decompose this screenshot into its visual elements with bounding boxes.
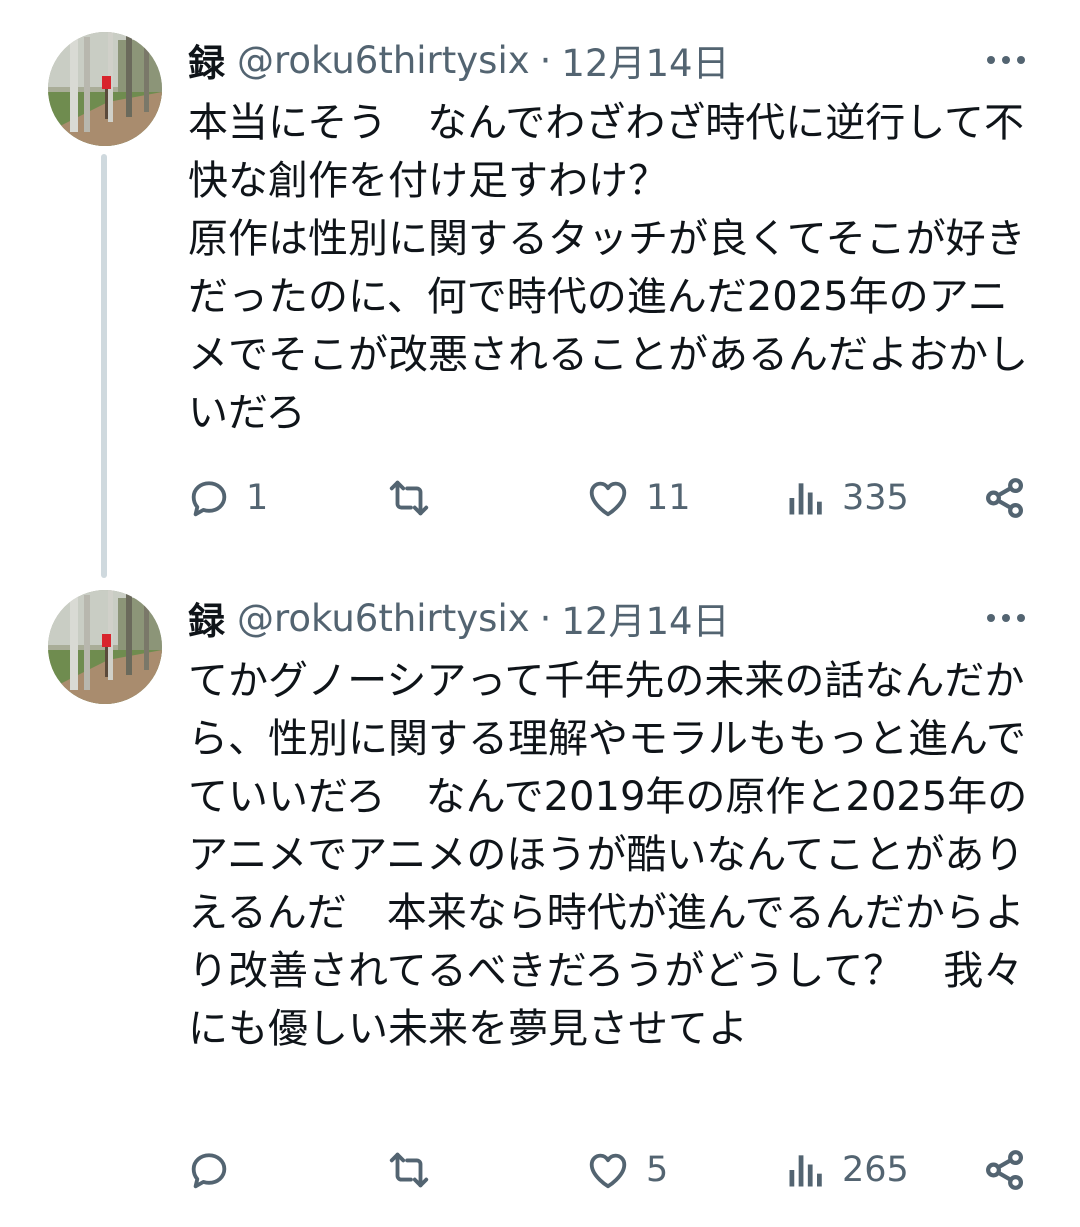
reply-icon [186, 475, 232, 521]
like-count: 5 [646, 1150, 669, 1190]
view-count: 265 [842, 1150, 909, 1190]
share-icon [982, 1147, 1028, 1193]
thread-connector-line [101, 154, 107, 578]
display-name[interactable]: 録 [188, 33, 225, 87]
views-button[interactable]: 335 [784, 468, 909, 528]
more-icon[interactable] [984, 596, 1028, 640]
display-name[interactable]: 録 [188, 591, 225, 645]
tweet-header: 録 @roku6thirtysix · 12月14日 [188, 590, 730, 646]
retweet-button[interactable] [384, 468, 448, 528]
retweet-icon [384, 475, 434, 521]
views-icon [784, 475, 828, 521]
tweet-date[interactable]: 12月14日 [561, 33, 729, 87]
avatar[interactable] [48, 32, 162, 146]
more-icon[interactable] [984, 38, 1028, 82]
retweet-icon [384, 1147, 434, 1193]
reply-count: 1 [246, 478, 269, 518]
share-button[interactable] [982, 468, 1028, 528]
reply-button[interactable]: 1 [186, 468, 268, 528]
user-handle[interactable]: @roku6thirtysix [237, 39, 530, 82]
share-icon [982, 475, 1028, 521]
reply-button[interactable] [186, 1140, 246, 1200]
view-count: 335 [842, 478, 909, 518]
tweet-date[interactable]: 12月14日 [561, 591, 729, 645]
like-button[interactable]: 11 [584, 468, 691, 528]
share-button[interactable] [982, 1140, 1028, 1200]
like-count: 11 [646, 478, 691, 518]
separator-dot: · [539, 38, 552, 82]
heart-icon [584, 475, 632, 521]
action-bar: 1 11 335 [186, 468, 1032, 528]
views-button[interactable]: 265 [784, 1140, 909, 1200]
reply-icon [186, 1147, 232, 1193]
action-bar: 5 265 [186, 1140, 1032, 1200]
avatar[interactable] [48, 590, 162, 704]
tweet-header: 録 @roku6thirtysix · 12月14日 [188, 32, 730, 88]
retweet-button[interactable] [384, 1140, 448, 1200]
separator-dot: · [539, 596, 552, 640]
tweet-text: てかグノーシアって千年先の未来の話なんだから、性別に関する理解やモラルももっと進… [188, 658, 1028, 1052]
like-button[interactable]: 5 [584, 1140, 668, 1200]
user-handle[interactable]: @roku6thirtysix [237, 597, 530, 640]
tweet-text: 本当にそう なんでわざわざ時代に逆行して不快な創作を付け足すわけ？ 原作は性別に… [188, 100, 1028, 436]
heart-icon [584, 1147, 632, 1193]
views-icon [784, 1147, 828, 1193]
